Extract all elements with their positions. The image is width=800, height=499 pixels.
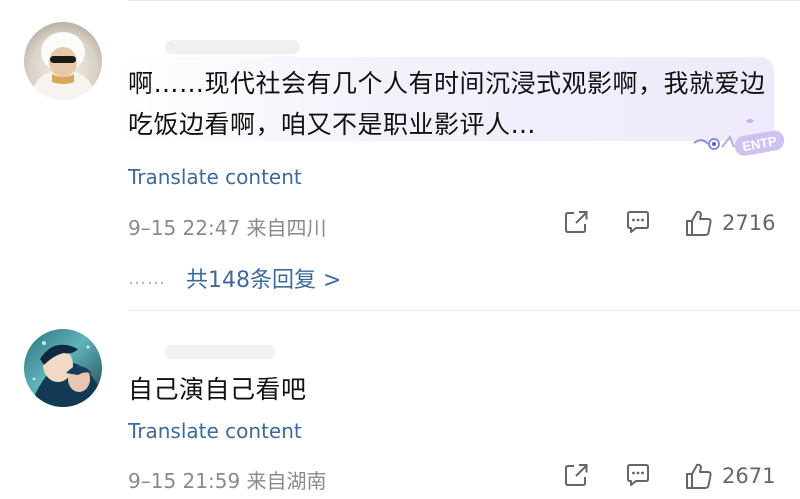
comment-meta: 9–15 21:59 来自湖南 bbox=[128, 465, 327, 494]
like-icon bbox=[686, 210, 712, 236]
view-replies-link[interactable]: 共148条回复 > bbox=[186, 262, 341, 294]
comment-meta: 9–15 22:47 来自四川 bbox=[128, 212, 327, 241]
avatar[interactable] bbox=[24, 329, 102, 407]
translate-link[interactable]: Translate content bbox=[128, 165, 302, 189]
comment-button[interactable] bbox=[624, 208, 652, 236]
translate-link[interactable]: Translate content bbox=[128, 419, 302, 443]
comment-location: 来自四川 bbox=[246, 216, 327, 240]
share-icon bbox=[565, 211, 588, 233]
comment-text: 自己演自己看吧 bbox=[128, 375, 307, 404]
comment-icon bbox=[627, 464, 649, 486]
comment-button[interactable] bbox=[624, 461, 652, 489]
like-icon bbox=[686, 463, 712, 489]
like-button[interactable]: 2716 bbox=[684, 208, 775, 238]
comment-time: 9–15 21:59 bbox=[128, 469, 241, 493]
comment-time: 9–15 22:47 bbox=[128, 216, 241, 240]
replies-dots: …… bbox=[128, 267, 166, 289]
username-redacted bbox=[165, 345, 275, 359]
comment-location: 来自湖南 bbox=[246, 469, 327, 493]
username-redacted bbox=[165, 40, 300, 54]
share-button[interactable] bbox=[562, 461, 590, 489]
share-icon bbox=[565, 464, 588, 486]
share-button[interactable] bbox=[562, 208, 590, 236]
avatar[interactable] bbox=[24, 22, 102, 100]
comment-item: 啊……现代社会有几个人有时间沉浸式观影啊，我就爱边吃饭边看啊，咱又不是职业影评人… bbox=[0, 0, 800, 310]
replies-row[interactable]: …… 共148条回复 > bbox=[128, 262, 341, 294]
entp-badge: ENTP bbox=[693, 119, 785, 156]
like-count: 2671 bbox=[722, 464, 776, 488]
comment-item: 自己演自己看吧 Translate content 9–15 21:59 来自湖… bbox=[0, 311, 800, 499]
like-count: 2716 bbox=[722, 211, 776, 235]
like-button[interactable]: 2671 bbox=[684, 461, 775, 491]
comment-text: 啊……现代社会有几个人有时间沉浸式观影啊，我就爱边吃饭边看啊，咱又不是职业影评人… bbox=[128, 69, 766, 139]
comment-icon bbox=[627, 211, 649, 233]
